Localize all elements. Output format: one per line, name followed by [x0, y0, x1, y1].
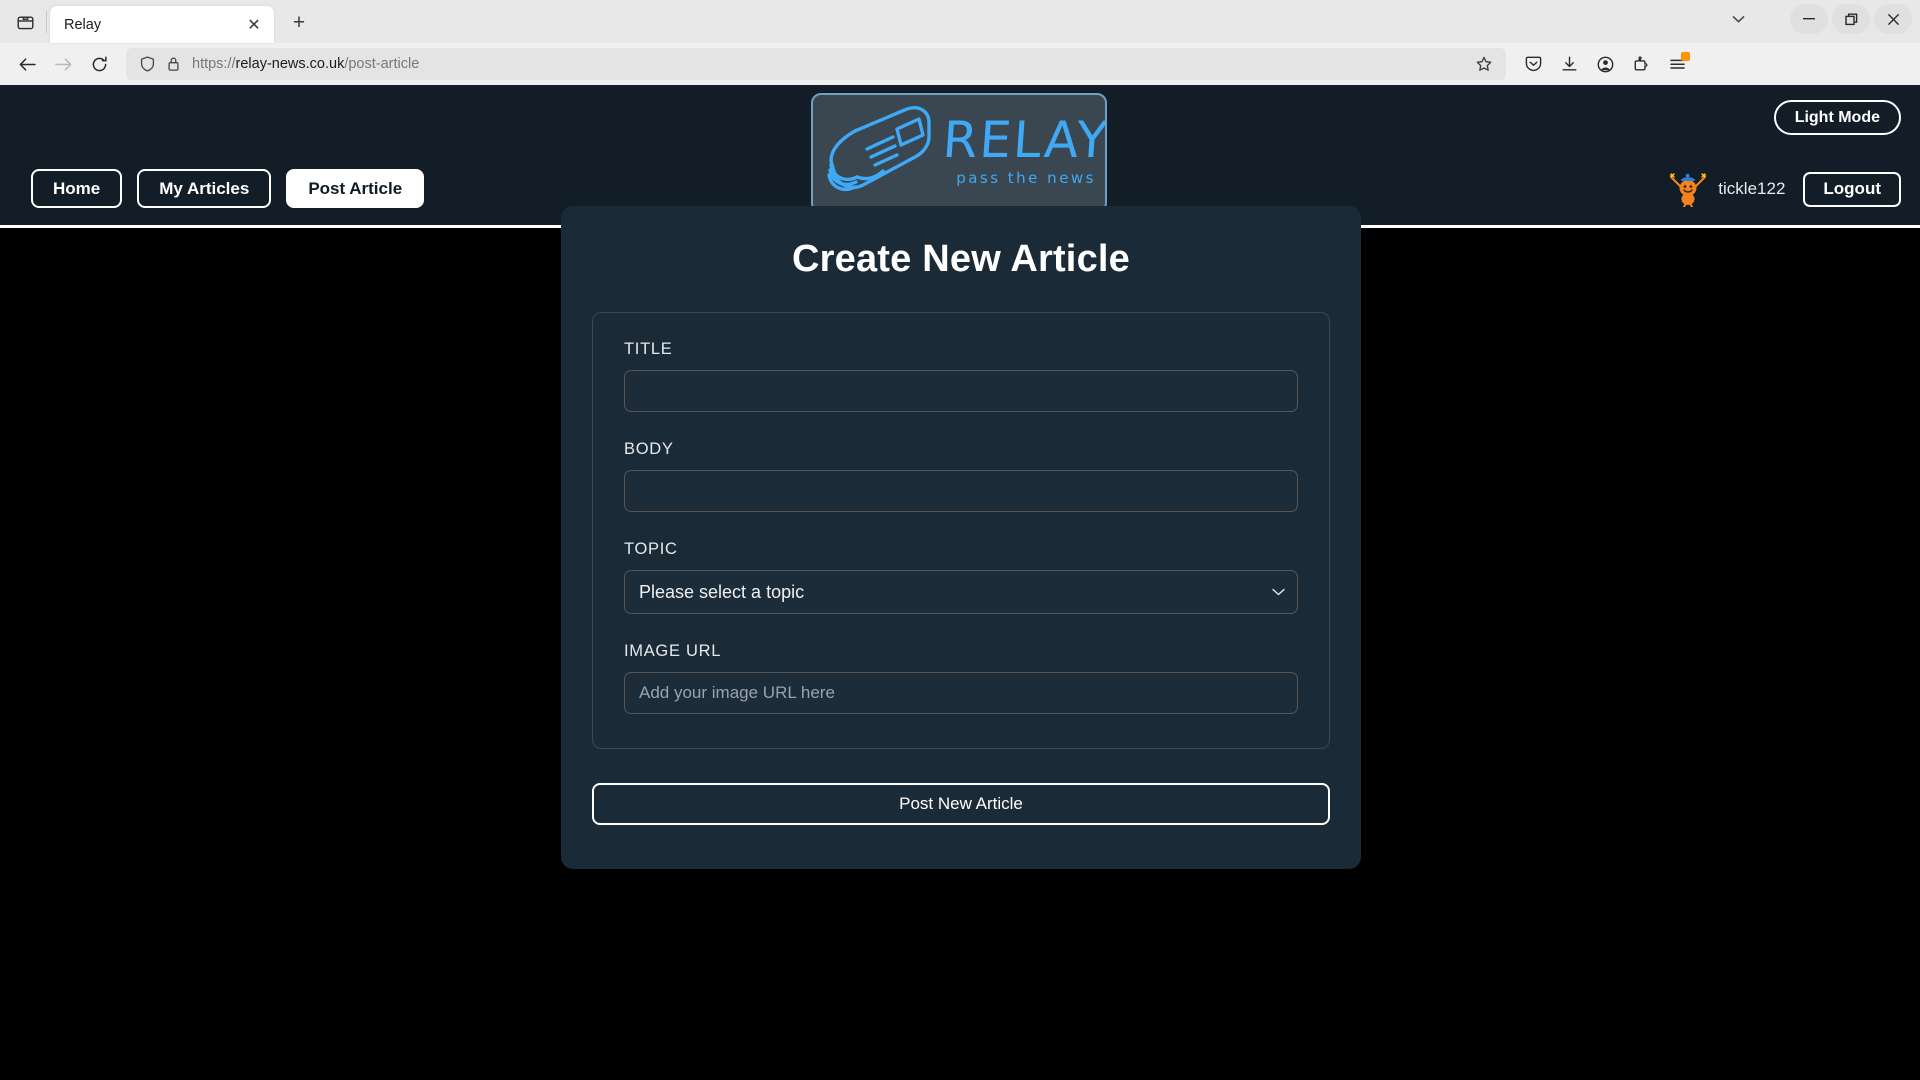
page-viewport: RELAY pass the news Home My Articles Pos…: [0, 85, 1920, 1080]
hamburger-menu-icon[interactable]: [1660, 48, 1694, 80]
nav-home[interactable]: Home: [31, 169, 123, 208]
reload-icon[interactable]: [82, 48, 116, 80]
tab-strip: Relay ✕ +: [0, 0, 1920, 43]
list-all-tabs-icon[interactable]: [1722, 4, 1754, 34]
back-arrow-icon[interactable]: [10, 48, 44, 80]
save-to-pocket-icon[interactable]: [1516, 48, 1550, 80]
header-right: Light Mode tickle122 Logout: [1500, 85, 1920, 225]
account-icon[interactable]: [1588, 48, 1622, 80]
firefox-view-icon[interactable]: [6, 4, 44, 40]
url-bar[interactable]: https://relay-news.co.uk/post-article: [126, 48, 1506, 80]
browser-toolbar-right: [1516, 48, 1694, 80]
body-label: BODY: [624, 440, 674, 458]
menu-update-badge: [1681, 52, 1690, 61]
topic-select-wrapper: Please select a topic: [624, 570, 1298, 614]
navigation-toolbar: https://relay-news.co.uk/post-article: [0, 43, 1920, 85]
tab-title: Relay: [64, 16, 102, 33]
logo-wordmark: RELAY: [940, 111, 1107, 169]
new-tab-icon[interactable]: +: [282, 6, 316, 40]
logo-tagline: pass the news: [956, 169, 1097, 187]
user-area: tickle122 Logout: [1668, 171, 1901, 207]
title-input[interactable]: [624, 370, 1298, 412]
browser-tab[interactable]: Relay ✕: [50, 6, 274, 43]
post-new-article-button[interactable]: Post New Article: [592, 783, 1330, 825]
tracking-shield-icon[interactable]: [134, 51, 160, 77]
padlock-icon: [160, 51, 186, 77]
topic-select[interactable]: Please select a topic: [624, 570, 1298, 614]
browser-chrome: Relay ✕ + https://relay-news.co.uk/post-…: [0, 0, 1920, 85]
body-input[interactable]: [624, 470, 1298, 512]
page-title: Create New Article: [792, 238, 1130, 280]
topic-selected-value: Please select a topic: [639, 581, 805, 602]
restore-icon[interactable]: [1832, 4, 1870, 34]
nav-my-articles[interactable]: My Articles: [137, 169, 272, 208]
logout-button[interactable]: Logout: [1803, 171, 1901, 207]
username-label: tickle122: [1718, 179, 1786, 198]
downloads-icon[interactable]: [1552, 48, 1586, 80]
site-nav: Home My Articles Post Article: [31, 169, 425, 208]
nav-post-article[interactable]: Post Article: [286, 169, 425, 208]
theme-toggle-button[interactable]: Light Mode: [1773, 100, 1901, 135]
forward-arrow-icon[interactable]: [46, 48, 80, 80]
bookmark-star-icon[interactable]: [1470, 50, 1498, 78]
create-article-card: Create New Article TITLE BODY TOPIC Plea…: [561, 206, 1361, 869]
image-url-label: IMAGE URL: [624, 642, 722, 660]
article-form: TITLE BODY TOPIC Please select a topic I…: [592, 312, 1330, 749]
window-controls: [1722, 4, 1912, 34]
site-logo[interactable]: RELAY pass the news: [811, 93, 1107, 213]
rolled-newspaper-icon: [827, 106, 931, 192]
title-label: TITLE: [624, 340, 673, 358]
tickle-character-avatar: [1670, 173, 1707, 207]
close-window-icon[interactable]: [1874, 4, 1912, 34]
close-tab-icon[interactable]: ✕: [242, 13, 266, 37]
topic-label: TOPIC: [624, 540, 678, 558]
image-url-input[interactable]: [624, 672, 1298, 714]
logo-text: RELAY pass the news: [940, 111, 1107, 187]
url-text: https://relay-news.co.uk/post-article: [192, 56, 420, 72]
tab-divider: [46, 11, 47, 33]
minimize-icon[interactable]: [1790, 4, 1828, 34]
extensions-icon[interactable]: [1624, 48, 1658, 80]
submit-area: Post New Article: [561, 783, 1361, 825]
